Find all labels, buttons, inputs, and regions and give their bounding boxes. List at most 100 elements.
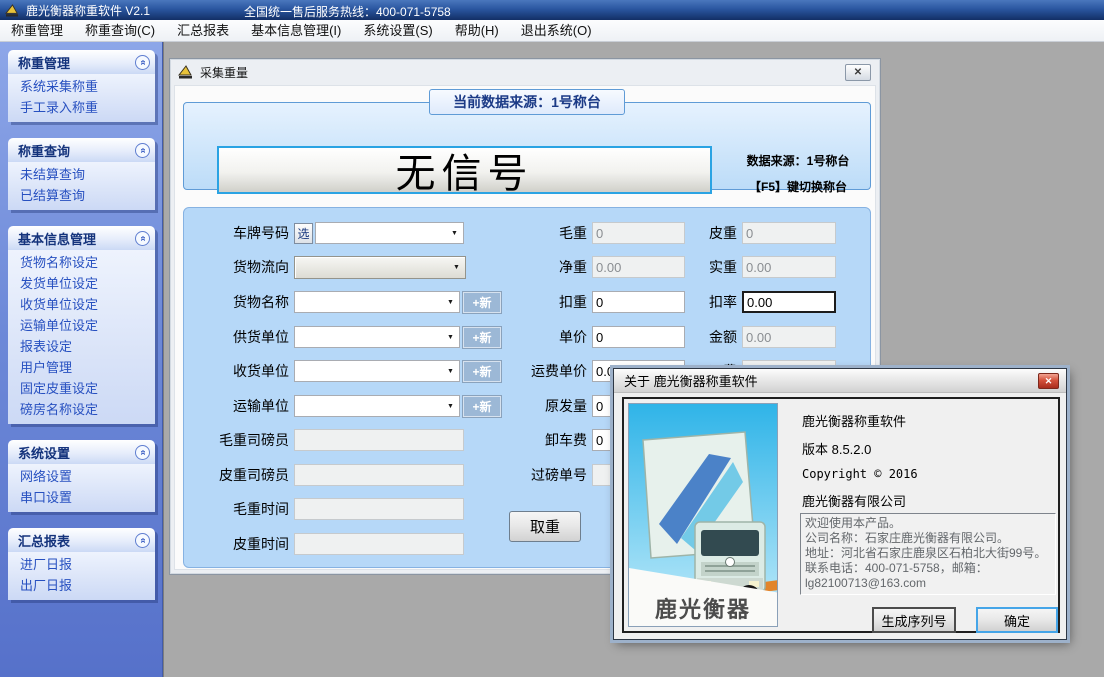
combo-arrow-icon: ▼ — [443, 293, 458, 311]
supplier-combo[interactable]: ▼ — [294, 326, 460, 348]
sidebar-group-title: 称重管理 — [18, 53, 70, 72]
tare-weight-field[interactable] — [742, 222, 836, 244]
weigh-window-close-button[interactable]: ✕ — [845, 64, 871, 81]
sidebar-group-header[interactable]: 系统设置 « — [8, 440, 155, 464]
combo-arrow-icon: ▼ — [443, 397, 458, 415]
about-info-line: 公司名称：石家庄鹿光衡器有限公司。 — [805, 531, 1051, 546]
switch-scale-hint: 【F5】键切换称台 — [718, 178, 878, 195]
collapse-chevron-icon[interactable]: « — [135, 55, 150, 70]
amount-label: 金额 — [642, 327, 737, 347]
menu-item-exit[interactable]: 退出系统(O) — [510, 20, 603, 41]
sidebar-group-system-settings: 系统设置 « 网络设置 串口设置 — [8, 440, 155, 512]
cargo-name-label: 货物名称 — [184, 292, 289, 312]
ok-button[interactable]: 确定 — [976, 607, 1058, 633]
menu-item-help[interactable]: 帮助(H) — [444, 20, 510, 41]
gross-weight-label: 毛重 — [489, 223, 587, 243]
about-product-name: 鹿光衡器称重软件 — [802, 411, 906, 430]
collapse-chevron-icon[interactable]: « — [135, 533, 150, 548]
ticket-no-label: 过磅单号 — [489, 465, 587, 485]
gross-operator-label: 毛重司磅员 — [184, 430, 289, 450]
sidebar-group-basic-info: 基本信息管理 « 货物名称设定 发货单位设定 收货单位设定 运输单位设定 报表设… — [8, 226, 155, 424]
menu-item-basic-info[interactable]: 基本信息管理(I) — [240, 20, 352, 41]
sidebar-item-inbound-daily-report[interactable]: 进厂日报 — [8, 554, 155, 575]
gross-time-field[interactable] — [294, 498, 464, 520]
sidebar-item-network-settings[interactable]: 网络设置 — [8, 466, 155, 487]
sidebar-group-summary-report: 汇总报表 « 进厂日报 出厂日报 — [8, 528, 155, 600]
sidebar-item-fixed-tare-setting[interactable]: 固定皮重设定 — [8, 378, 155, 399]
combo-arrow-icon: ▼ — [449, 258, 464, 277]
sidebar-item-report-setting[interactable]: 报表设定 — [8, 336, 155, 357]
receiver-combo[interactable]: ▼ — [294, 360, 460, 382]
plate-number-combo[interactable]: ▼ — [315, 222, 464, 244]
collapse-chevron-icon[interactable]: « — [135, 231, 150, 246]
about-dialog-title: 关于 鹿光衡器称重软件 — [624, 371, 758, 390]
tare-operator-label: 皮重司磅员 — [184, 465, 289, 485]
deduct-rate-label: 扣率 — [642, 292, 737, 312]
sidebar-group-title: 基本信息管理 — [18, 229, 96, 248]
receiver-label: 收货单位 — [184, 361, 289, 381]
sidebar-group-header[interactable]: 称重管理 « — [8, 50, 155, 74]
collapse-chevron-icon[interactable]: « — [135, 445, 150, 460]
weigh-window-titlebar[interactable]: 采集重量 — [170, 59, 880, 85]
sidebar-item-receiver-setting[interactable]: 收货单位设定 — [8, 294, 155, 315]
sidebar-item-outbound-daily-report[interactable]: 出厂日报 — [8, 575, 155, 596]
unload-fee-label: 卸车费 — [489, 430, 587, 450]
transporter-combo[interactable]: ▼ — [294, 395, 460, 417]
deduct-rate-field[interactable] — [742, 291, 836, 313]
combo-arrow-icon: ▼ — [443, 362, 458, 380]
amount-field[interactable] — [742, 326, 836, 348]
app-title: 鹿光衡器称重软件 V2.1 — [26, 2, 150, 19]
sidebar-item-user-mgmt[interactable]: 用户管理 — [8, 357, 155, 378]
plate-pick-button[interactable]: 选 — [294, 223, 313, 244]
data-source-info: 数据来源：1号称台 — [718, 152, 878, 169]
weigh-window-icon — [178, 65, 194, 79]
menu-item-weigh-mgmt[interactable]: 称重管理 — [0, 20, 74, 41]
sidebar-item-serial-port-settings[interactable]: 串口设置 — [8, 487, 155, 508]
tare-operator-field[interactable] — [294, 464, 464, 486]
sidebar-item-transporter-setting[interactable]: 运输单位设定 — [8, 315, 155, 336]
gross-operator-field[interactable] — [294, 429, 464, 451]
app-root: 鹿光衡器称重软件 V2.1 全国统一售后服务热线：400-071-5758 称重… — [0, 0, 1104, 677]
sidebar-group-title: 汇总报表 — [18, 531, 70, 550]
original-qty-label: 原发量 — [489, 396, 587, 416]
unit-price-label: 单价 — [489, 327, 587, 347]
sidebar-group-header[interactable]: 汇总报表 « — [8, 528, 155, 552]
actual-weight-field[interactable] — [742, 256, 836, 278]
combo-arrow-icon: ▼ — [443, 328, 458, 346]
about-dialog-close-button[interactable]: ✕ — [1038, 373, 1059, 389]
tare-time-field[interactable] — [294, 533, 464, 555]
menu-bar: 称重管理 称重查询(C) 汇总报表 基本信息管理(I) 系统设置(S) 帮助(H… — [0, 20, 1104, 42]
sidebar-item-manual-entry-weigh[interactable]: 手工录入称重 — [8, 97, 155, 118]
menu-item-weigh-query[interactable]: 称重查询(C) — [74, 20, 166, 41]
about-version: 版本 8.5.2.0 — [802, 439, 871, 458]
menu-item-summary-report[interactable]: 汇总报表 — [166, 20, 240, 41]
app-logo-icon — [5, 4, 20, 17]
sidebar-group-header[interactable]: 基本信息管理 « — [8, 226, 155, 250]
actual-weight-label: 实重 — [642, 257, 737, 277]
collapse-chevron-icon[interactable]: « — [135, 143, 150, 158]
truck-photo: 鹿光衡器 — [628, 403, 778, 627]
sidebar-item-cargo-name-setting[interactable]: 货物名称设定 — [8, 252, 155, 273]
take-weight-button[interactable]: 取重 — [509, 511, 581, 542]
transporter-label: 运输单位 — [184, 396, 289, 416]
hotline-text: 全国统一售后服务热线：400-071-5758 — [244, 3, 451, 20]
data-source-groupbox: 无信号 数据来源：1号称台 【F5】键切换称台 — [183, 102, 871, 190]
sidebar-group-weigh-mgmt: 称重管理 « 系统采集称重 手工录入称重 — [8, 50, 155, 122]
sidebar-item-weighhouse-name-setting[interactable]: 磅房名称设定 — [8, 399, 155, 420]
sidebar-group-header[interactable]: 称重查询 « — [8, 138, 155, 162]
cargo-flow-combo[interactable]: ▼ — [294, 256, 466, 279]
sidebar-item-settled-query[interactable]: 已结算查询 — [8, 185, 155, 206]
plate-number-label: 车牌号码 — [184, 223, 289, 243]
about-dialog-titlebar[interactable]: 关于 鹿光衡器称重软件 — [614, 369, 1066, 393]
cargo-flow-label: 货物流向 — [184, 257, 289, 277]
generate-serial-button[interactable]: 生成序列号 — [872, 607, 956, 633]
sidebar-item-system-collect-weigh[interactable]: 系统采集称重 — [8, 76, 155, 97]
tare-weight-label: 皮重 — [642, 223, 737, 243]
deduct-weight-label: 扣重 — [489, 292, 587, 312]
weight-signal-display: 无信号 — [217, 146, 712, 194]
cargo-name-combo[interactable]: ▼ — [294, 291, 460, 313]
about-copyright: Copyright © 2016 — [802, 467, 918, 481]
menu-item-system-settings[interactable]: 系统设置(S) — [352, 20, 443, 41]
sidebar-item-unsettled-query[interactable]: 未结算查询 — [8, 164, 155, 185]
sidebar-item-shipper-setting[interactable]: 发货单位设定 — [8, 273, 155, 294]
